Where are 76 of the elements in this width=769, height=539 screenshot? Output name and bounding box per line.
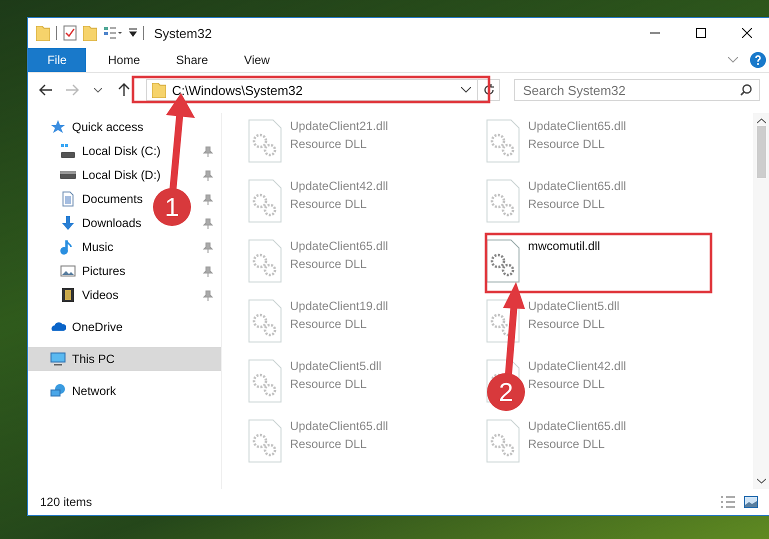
chevron-down-icon (94, 88, 102, 92)
file-type: Resource DLL (528, 377, 606, 391)
minimize-icon (650, 32, 660, 34)
checklist-icon (63, 25, 77, 41)
maximize-icon (696, 28, 706, 38)
file-type: Resource DLL (290, 137, 368, 151)
file-type: Resource DLL (528, 197, 606, 211)
folder-icon (36, 26, 50, 40)
back-arrow-icon (39, 84, 53, 96)
dll-file-icon (486, 419, 520, 463)
search-field[interactable]: Search System32 (514, 79, 760, 101)
dll-file-icon (486, 239, 520, 283)
sidebar-item[interactable]: Documents (60, 187, 143, 211)
cloud-icon (50, 322, 66, 332)
sidebar-item[interactable]: Local Disk (C:) (60, 139, 161, 163)
ribbon-tab[interactable]: Home (94, 48, 154, 72)
sidebar-item[interactable]: This PC (50, 347, 115, 371)
drive-icon (60, 171, 76, 179)
sidebar-item[interactable]: Music (60, 235, 114, 259)
chevron-down-icon[interactable] (461, 87, 471, 93)
download-icon (60, 215, 76, 231)
file-name[interactable]: mwcomutil.dll (528, 239, 600, 253)
sidebar-item[interactable]: Quick access (50, 115, 144, 139)
sidebar-item[interactable]: Pictures (60, 259, 126, 283)
forward-arrow-icon (65, 84, 79, 96)
help-icon[interactable] (750, 52, 766, 68)
close-icon (742, 28, 752, 38)
folder-icon (83, 26, 97, 40)
details-view-icon[interactable] (720, 496, 736, 508)
file-type: Resource DLL (290, 317, 368, 331)
drive-icon (60, 143, 76, 159)
sidebar-item[interactable]: OneDrive (50, 315, 123, 339)
film-icon (60, 287, 76, 303)
sidebar-item[interactable]: Local Disk (D:) (60, 163, 161, 187)
file-type: Resource DLL (290, 197, 368, 211)
dll-file-icon (248, 359, 282, 403)
dll-file-icon (248, 239, 282, 283)
picture-icon (60, 263, 76, 279)
search-icon (740, 84, 752, 96)
dll-file-icon (248, 119, 282, 163)
large-icons-view-icon[interactable] (744, 496, 758, 508)
dll-file-icon (248, 419, 282, 463)
file-type: Resource DLL (528, 137, 606, 151)
dll-file-icon (248, 299, 282, 343)
file-tab[interactable]: File (28, 48, 86, 72)
scrollbar[interactable] (753, 113, 769, 489)
network-icon (50, 383, 66, 399)
step-number-badge: 2 (487, 373, 525, 411)
up-arrow-icon (118, 83, 130, 97)
file-type: Resource DLL (290, 257, 368, 271)
star-icon (50, 119, 66, 135)
sidebar-item[interactable]: Videos (60, 283, 118, 307)
step-number-badge: 1 (153, 188, 191, 226)
sidebar-item[interactable]: Downloads (60, 211, 142, 235)
dll-file-icon (486, 119, 520, 163)
file-type: Resource DLL (528, 437, 606, 451)
sidebar-item[interactable]: Network (50, 379, 116, 403)
monitor-icon (50, 351, 66, 367)
scrollbar-thumb[interactable] (757, 126, 766, 178)
item-count: 120 items (40, 495, 92, 509)
file-type: Resource DLL (290, 377, 368, 391)
window-title: System32 (154, 26, 212, 40)
dll-file-icon (248, 179, 282, 223)
address-bar[interactable]: C:\Windows\System32 (146, 79, 500, 101)
refresh-icon (482, 84, 494, 96)
dropdown-icon[interactable] (129, 28, 137, 38)
properties-icon (103, 26, 123, 40)
file-type: Resource DLL (290, 437, 368, 451)
scroll-up-icon[interactable] (757, 118, 766, 124)
folder-icon (152, 82, 166, 98)
ribbon-tab[interactable]: Share (162, 48, 222, 72)
document-icon (60, 191, 76, 207)
ribbon-tab[interactable]: View (230, 48, 284, 72)
dll-file-icon (486, 179, 520, 223)
scroll-down-icon[interactable] (757, 478, 766, 484)
file-type: Resource DLL (528, 317, 606, 331)
